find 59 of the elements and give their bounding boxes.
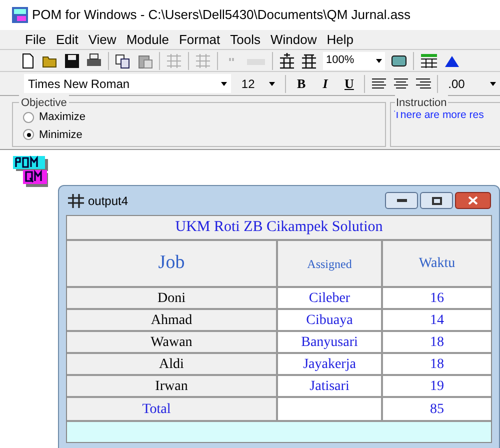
pom-qm-logo [12,155,48,187]
menu-item[interactable]: File [20,30,51,50]
table-cell: Total [67,398,278,420]
menu-item[interactable]: Edit [50,30,84,50]
window-title: output4 [88,192,128,210]
paste-icon[interactable] [137,52,153,68]
underline-button[interactable]: U [340,74,358,94]
align-left-icon[interactable] [371,76,388,92]
column-header: Waktu [383,241,491,288]
table-cell: Ahmad [67,310,278,332]
font-dropdown[interactable]: Times New Roman [24,74,232,93]
app-icon [12,7,28,23]
menu-item[interactable]: Window [265,30,322,50]
group-label: Objective [19,95,69,112]
menu-item[interactable]: Help [322,30,358,50]
close-icon [468,196,478,205]
new-file-icon[interactable] [20,52,36,68]
zoom-dropdown[interactable]: 100% [323,52,385,70]
menu-item[interactable]: Module [121,30,174,50]
menu-item[interactable]: Format [174,30,226,50]
table-title: UKM Roti ZB Cikampek Solution [67,216,491,241]
close-button[interactable] [455,192,491,209]
group-label: Instruction [395,95,448,112]
align-center-icon[interactable] [393,76,410,92]
dropdown-caret-icon [490,82,496,86]
save-icon[interactable] [64,52,80,68]
column-header: Assigned [278,241,383,288]
minimize-button[interactable] [385,192,418,209]
table-cell: Banyusari [278,332,383,354]
table-cell: Doni [67,288,278,310]
print-icon[interactable] [86,52,102,68]
dropdown-caret-icon [376,58,382,62]
column-header: Job [67,241,278,288]
table-cell: Jatisari [278,376,383,398]
align-right-icon[interactable] [415,76,432,92]
table-cell: Jayakerja [278,354,383,376]
dropdown-caret-icon [269,82,276,86]
maximize-button[interactable] [420,192,453,209]
table-cell: Irwan [67,376,278,398]
insert-row-icon[interactable] [279,52,295,68]
size-dropdown[interactable]: 12 [237,74,280,93]
table-cell: Cileber [278,288,383,310]
insert-column-icon[interactable] [301,52,317,68]
copy-icon[interactable] [115,52,131,68]
dropdown-caret-icon [221,82,228,86]
window-title: POM for Windows - C:\Users\Dell5430\Documents\QM Jurnal.ass [32,6,411,24]
table-cell: Aldi [67,354,278,376]
italic-button[interactable]: I [316,74,334,94]
screen-icon[interactable] [391,52,407,68]
radio-option[interactable]: Minimize [23,126,385,143]
menu-item[interactable]: View [83,30,122,50]
table-cell: Cibuaya [278,310,383,332]
radio-option[interactable]: Maximize [23,109,385,126]
table-cell: Wawan [67,332,278,354]
bold-button[interactable]: B [292,74,310,94]
table-icon[interactable] [420,52,438,68]
menu-item[interactable]: Tools [225,30,266,50]
grid-icon [68,194,84,208]
decimals-dropdown[interactable]: .00 [444,74,500,93]
